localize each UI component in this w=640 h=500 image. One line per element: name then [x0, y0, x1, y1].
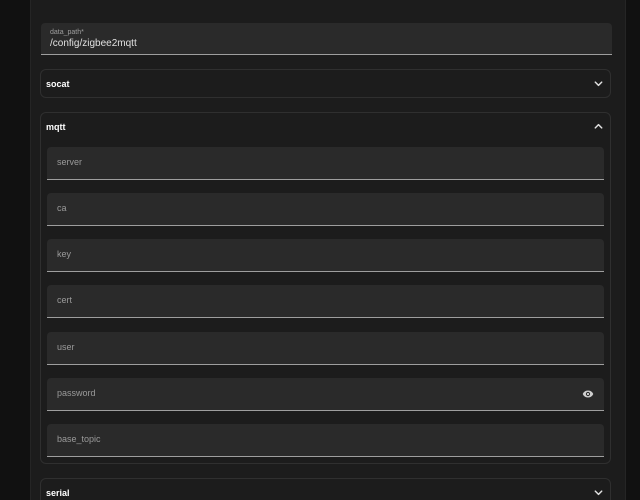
data-path-field[interactable]: data_path* /config/zigbee2mqtt: [41, 23, 612, 55]
ca-field[interactable]: ca: [47, 193, 604, 226]
socat-header[interactable]: socat: [41, 70, 610, 98]
eye-icon[interactable]: [582, 388, 594, 400]
base-topic-placeholder: base_topic: [57, 434, 101, 444]
mqtt-title: mqtt: [46, 122, 66, 132]
chevron-down-icon[interactable]: [593, 78, 604, 89]
user-field[interactable]: user: [47, 332, 604, 365]
cert-placeholder: cert: [57, 295, 73, 305]
socat-expander[interactable]: socat: [40, 69, 611, 98]
serial-header[interactable]: serial: [41, 479, 610, 500]
data-path-label: data_path*: [50, 29, 84, 36]
serial-title: serial: [46, 488, 70, 498]
socat-title: socat: [46, 79, 70, 89]
password-field[interactable]: password: [47, 378, 604, 411]
ca-placeholder: ca: [57, 203, 67, 213]
serial-expander[interactable]: serial: [40, 478, 611, 500]
user-placeholder: user: [57, 342, 75, 352]
key-field[interactable]: key: [47, 239, 604, 272]
base-topic-field[interactable]: base_topic: [47, 424, 604, 457]
password-placeholder: password: [57, 388, 96, 398]
chevron-up-icon[interactable]: [593, 121, 604, 132]
chevron-down-icon[interactable]: [593, 487, 604, 498]
page: data_path* /config/zigbee2mqtt socat mqt…: [0, 0, 640, 500]
data-path-value[interactable]: /config/zigbee2mqtt: [50, 38, 137, 49]
mqtt-header[interactable]: mqtt: [41, 113, 610, 141]
key-placeholder: key: [57, 249, 72, 259]
server-field[interactable]: server: [47, 147, 604, 180]
server-placeholder: server: [57, 157, 83, 167]
mqtt-expander: mqtt server ca key cert user password ba…: [40, 112, 611, 464]
cert-field[interactable]: cert: [47, 285, 604, 318]
